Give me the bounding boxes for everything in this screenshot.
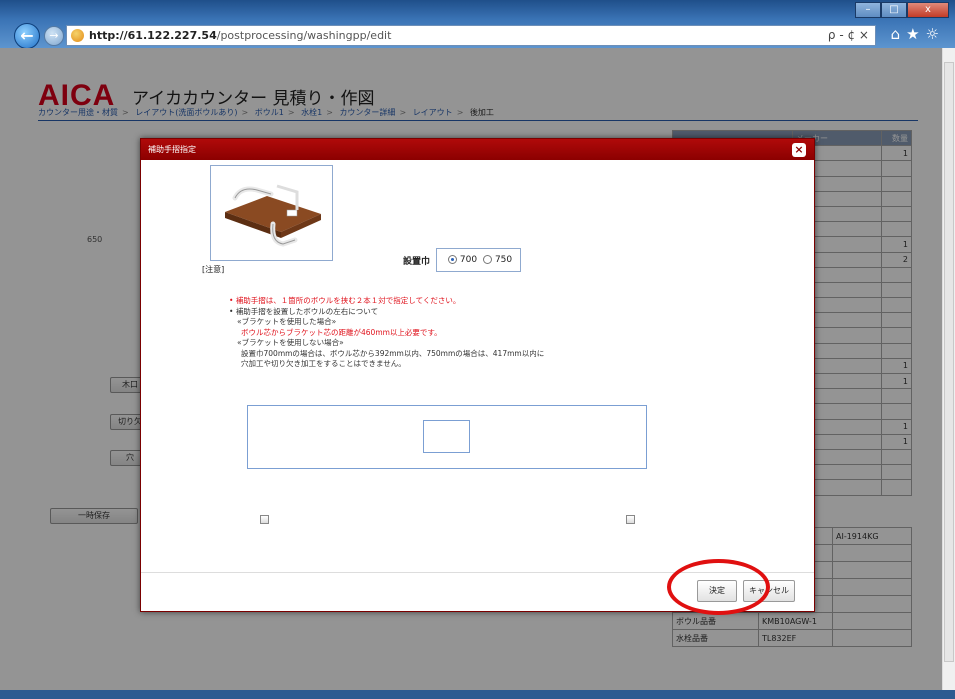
bowl-placeholder [423, 420, 470, 453]
notes-title: [注意] [202, 265, 225, 274]
close-window-button[interactable]: x [907, 2, 949, 18]
note-line: 穴加工や切り欠き加工をすることはできません。 [241, 359, 406, 368]
note-line: «ブラケットを使用した場合» [237, 317, 337, 326]
handrail-product-image [210, 165, 333, 261]
notes-block: • 補助手摺は、１箇所のボウルを挟む２本１対で指定してください。 • 補助手摺を… [229, 296, 699, 370]
maximize-button[interactable]: □ [881, 2, 907, 18]
favorites-star-icon[interactable]: ★ [906, 25, 925, 43]
width-750-radio[interactable] [482, 255, 492, 264]
width-radio-group: 700 750 [435, 248, 522, 272]
right-handrail-checkbox[interactable] [626, 515, 635, 524]
handrail-dialog: 補助手摺指定 × 設置巾 700 750 [注意] • 補助手摺は、１箇所のボウ… [140, 138, 815, 612]
install-width-label: 設置巾 [403, 256, 431, 267]
highlight-circle [667, 559, 770, 615]
minimize-button[interactable]: – [855, 2, 881, 18]
left-handrail-checkbox[interactable] [260, 515, 269, 524]
taskbar [0, 690, 955, 699]
width-700-radio[interactable] [447, 255, 457, 264]
back-arrow-icon[interactable]: ← [14, 23, 40, 49]
layout-preview-area [247, 405, 647, 469]
browser-chrome: – □ x ← → http://61.122.227.54/postproce… [0, 0, 955, 49]
note-line: «ブラケットを使用しない場合» [237, 338, 344, 347]
dialog-title: 補助手摺指定 [141, 139, 814, 160]
url-path: /postprocessing/washingpp/edit [216, 29, 392, 42]
width-700-label: 700 [459, 255, 478, 265]
page-scrollbar[interactable] [942, 48, 955, 699]
note-line: 設置巾700mmの場合は、ボウル芯から392mm以内、750mmの場合は、417… [241, 348, 545, 358]
favicon-icon [71, 29, 84, 42]
home-icon[interactable]: ⌂ [891, 25, 907, 43]
close-icon[interactable]: × [792, 143, 806, 157]
width-750-label: 750 [494, 255, 513, 265]
window-controls: – □ x [855, 2, 949, 18]
toolbar-icons: ⌂★☼ [891, 25, 945, 43]
address-tools[interactable]: ρ - ¢ × [828, 26, 869, 45]
note-line: • 補助手摺は、１箇所のボウルを挟む２本１対で指定してください。 [229, 296, 461, 305]
install-width-row: 設置巾 700 750 [403, 248, 522, 272]
note-line: • 補助手摺を設置したボウルの左右について [229, 306, 379, 316]
address-bar[interactable]: http://61.122.227.54/postprocessing/wash… [66, 25, 876, 46]
gear-icon[interactable]: ☼ [926, 25, 945, 43]
note-line: ボウル芯からブラケット芯の距離が460mm以上必要です。 [241, 327, 442, 337]
scrollbar-thumb[interactable] [944, 62, 954, 662]
url-host: http://61.122.227.54 [89, 29, 217, 42]
forward-arrow-icon[interactable]: → [44, 26, 64, 46]
